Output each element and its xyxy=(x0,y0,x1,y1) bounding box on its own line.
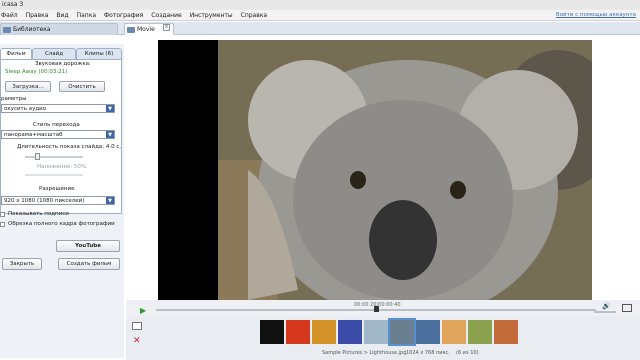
audio-track-heading: Звуковая дорожка: xyxy=(35,61,91,67)
caption-icon[interactable] xyxy=(132,322,142,330)
window-title: icasa 3 xyxy=(2,1,24,8)
status-dims: 1024 x 768 пикс. xyxy=(406,350,450,356)
menu-file[interactable]: Файл xyxy=(1,10,18,21)
show-captions-label: Показывать подписи xyxy=(8,211,69,217)
thumbnail[interactable] xyxy=(338,320,362,344)
preview-image xyxy=(158,40,618,320)
resolution-value: 920 x 1080 (1080 пикселей) xyxy=(4,198,85,204)
delete-icon[interactable]: ✕ xyxy=(133,336,141,346)
audio-track-name: Sleep Away (00:03:21) xyxy=(5,69,68,75)
fullscreen-icon[interactable] xyxy=(622,304,632,312)
volume-icon[interactable]: 🔊 xyxy=(602,302,611,310)
slide-duration-label: Длительность показа слайда: 4.0 с. xyxy=(17,144,122,150)
library-icon xyxy=(3,27,11,33)
audio-mode-value: окусить аудио xyxy=(4,106,47,112)
slide-duration-slider[interactable] xyxy=(25,153,83,160)
transition-heading: Стиль перехода xyxy=(33,122,80,128)
chevron-down-icon: ▼ xyxy=(106,197,114,204)
movie-icon xyxy=(127,27,135,33)
volume-slider[interactable] xyxy=(594,311,616,313)
overlap-slider[interactable] xyxy=(25,174,83,176)
create-movie-button[interactable]: Создать фильм xyxy=(58,258,120,270)
audio-mode-select[interactable]: окусить аудио ▼ xyxy=(1,104,115,113)
load-audio-button[interactable]: Загрузка... xyxy=(5,81,51,92)
thumbnail[interactable] xyxy=(442,320,466,344)
show-captions-checkbox[interactable] xyxy=(0,212,5,217)
clear-audio-button[interactable]: Очистить xyxy=(59,81,105,92)
tab-slide[interactable]: Слайд xyxy=(32,48,76,59)
timeline-slider[interactable] xyxy=(156,306,596,312)
menu-help[interactable]: Справка xyxy=(241,10,267,21)
menu-tools[interactable]: Инструменты xyxy=(190,10,233,21)
crop-full-label: Обрезка полного кадра фотографии xyxy=(8,221,115,227)
thumbnail[interactable] xyxy=(286,320,310,344)
thumbnail[interactable] xyxy=(260,320,284,344)
thumbnail[interactable] xyxy=(494,320,518,344)
thumbnail-selected[interactable] xyxy=(388,318,416,346)
status-count: (6 из 10) xyxy=(456,350,479,356)
slide-duration-knob[interactable] xyxy=(35,153,40,160)
title-bar: icasa 3 xyxy=(0,0,640,10)
menu-bar: Файл Правка Вид Папка Фотография Создани… xyxy=(0,10,640,21)
transition-value: панорама+масштаб xyxy=(4,132,63,138)
koala-photo xyxy=(218,40,618,320)
tab-clips[interactable]: Клипы (6) xyxy=(76,48,122,59)
filmstrip: ✕ Sample Pictures > Lighthouse.jpg 1024 … xyxy=(126,316,640,360)
player-controls: ▶ 00:00:20/00:00:40 🔊 xyxy=(126,300,640,316)
menu-folder[interactable]: Папка xyxy=(77,10,96,21)
overlap-label: Наложение: 50% xyxy=(37,164,87,170)
resolution-select[interactable]: 920 x 1080 (1080 пикселей) ▼ xyxy=(1,196,115,205)
youtube-upload-button[interactable]: YouTube xyxy=(56,240,120,252)
thumbnail-strip xyxy=(260,318,524,346)
tab-library-label: Библиотека xyxy=(13,26,51,33)
timeline-knob[interactable] xyxy=(374,306,379,312)
thumbnail[interactable] xyxy=(312,320,336,344)
close-tab-icon[interactable]: × xyxy=(163,24,170,31)
thumbnail[interactable] xyxy=(364,320,388,344)
params-label: раметры xyxy=(1,96,27,102)
thumbnail[interactable] xyxy=(416,320,440,344)
tab-film[interactable]: Фильм xyxy=(0,48,32,59)
panel-tabs: Фильм Слайд Клипы (6) xyxy=(0,48,124,59)
tab-library[interactable]: Библиотека xyxy=(0,23,118,35)
menu-picture[interactable]: Фотография xyxy=(104,10,143,21)
signin-link[interactable]: Войти с помощью аккаунта xyxy=(556,10,636,21)
film-settings-box: Звуковая дорожка: Sleep Away (00:03:21) … xyxy=(0,59,122,214)
view-tab-bar: Библиотека Movie Maker × xyxy=(0,22,640,45)
play-icon[interactable]: ▶ xyxy=(140,306,146,315)
chevron-down-icon: ▼ xyxy=(106,131,114,138)
chevron-down-icon: ▼ xyxy=(106,105,114,112)
youtube-logo: YouTube xyxy=(75,243,101,249)
menu-edit[interactable]: Правка xyxy=(26,10,49,21)
menu-view[interactable]: Вид xyxy=(56,10,68,21)
status-path: Sample Pictures > Lighthouse.jpg xyxy=(322,350,407,356)
resolution-heading: Разрешение xyxy=(39,186,75,192)
close-button[interactable]: Закрыть xyxy=(2,258,42,270)
crop-full-checkbox[interactable] xyxy=(0,222,5,227)
menu-create[interactable]: Создание xyxy=(151,10,181,21)
thumbnail[interactable] xyxy=(468,320,492,344)
transition-select[interactable]: панорама+масштаб ▼ xyxy=(1,130,115,139)
